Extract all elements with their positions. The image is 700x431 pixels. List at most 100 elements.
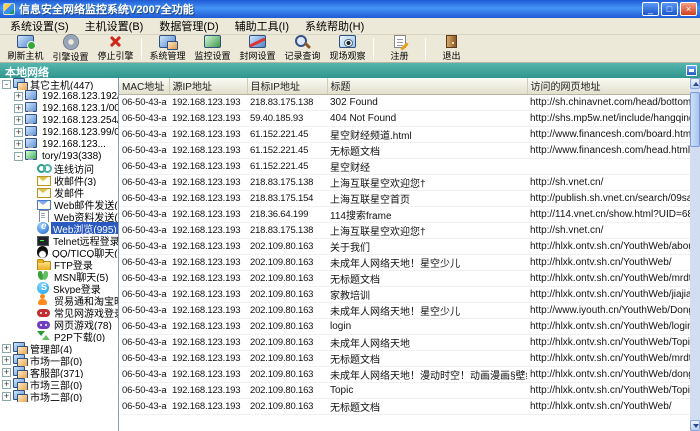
table-row[interactable]: 06-50-43-a192.168.123.193202.109.80.163无… bbox=[119, 270, 690, 286]
tree-item-1[interactable]: +192.168.123.192/00-6 bbox=[0, 90, 118, 102]
table-row[interactable]: 06-50-43-a192.168.123.193202.109.80.163无… bbox=[119, 398, 690, 414]
table-row[interactable]: 06-50-43-a192.168.123.193202.109.80.163关… bbox=[119, 238, 690, 254]
table-row[interactable]: 06-50-43-a192.168.123.193202.109.80.163未… bbox=[119, 366, 690, 382]
table-row[interactable]: 06-50-43-a192.168.123.193202.109.80.163未… bbox=[119, 302, 690, 318]
table-cell: http://hlxk.ontv.sh.cn/YouthWeb/ bbox=[527, 398, 690, 414]
table-row[interactable]: 06-50-43-a192.168.123.193202.109.80.163未… bbox=[119, 254, 690, 270]
table-row[interactable]: 06-50-43-a192.168.123.193218.83.175.154上… bbox=[119, 190, 690, 206]
tree-item-0[interactable]: -其它主机(447) bbox=[0, 78, 118, 90]
menu-item-4[interactable]: 系统帮助(H) bbox=[297, 17, 372, 35]
toolbar-button-engine-settings[interactable]: 引擎设置 bbox=[48, 35, 93, 62]
tree-item-6[interactable]: -tory/193(338) bbox=[0, 150, 118, 162]
expand-icon[interactable]: + bbox=[14, 104, 23, 113]
table-cell: 192.168.123.193 bbox=[169, 334, 247, 350]
tree-item-26[interactable]: +市场二部(0) bbox=[0, 390, 118, 402]
tree-item-21[interactable]: P2P下载(0) bbox=[0, 330, 118, 342]
table-row[interactable]: 06-50-43-a192.168.123.193202.109.80.163未… bbox=[119, 334, 690, 350]
tree-item-15[interactable]: FTP登录 bbox=[0, 258, 118, 270]
collapse-icon[interactable]: - bbox=[14, 152, 23, 161]
table-row[interactable]: 06-50-43-a192.168.123.193218.83.175.1383… bbox=[119, 94, 690, 110]
expand-icon[interactable]: + bbox=[2, 368, 11, 377]
tree-item-2[interactable]: +192.168.123.1/00-0E- bbox=[0, 102, 118, 114]
tree-item-13[interactable]: Telnet远程登录(0) bbox=[0, 234, 118, 246]
table-cell: 未成年人网络天地 bbox=[327, 334, 527, 350]
menu-item-3[interactable]: 辅助工具(I) bbox=[227, 17, 297, 35]
maximize-button[interactable]: □ bbox=[661, 2, 678, 16]
toolbar-button-record-query[interactable]: 记录查询 bbox=[280, 35, 325, 62]
table-row[interactable]: 06-50-43-a192.168.123.193202.109.80.163T… bbox=[119, 382, 690, 398]
scroll-up-arrow-icon[interactable] bbox=[690, 78, 700, 89]
tree-item-24[interactable]: +客服部(371) bbox=[0, 366, 118, 378]
expand-icon[interactable]: + bbox=[14, 92, 23, 101]
toolbar-button-monitor-settings[interactable]: 监控设置 bbox=[190, 35, 235, 62]
expand-icon[interactable]: + bbox=[2, 344, 11, 353]
tree-item-12[interactable]: Web浏览(995) bbox=[0, 222, 118, 234]
table-cell: http://hlxk.ontv.sh.cn/YouthWeb/ bbox=[527, 254, 690, 270]
tree-item-4[interactable]: +192.168.123.99/00-06 bbox=[0, 126, 118, 138]
menu-item-1[interactable]: 主机设置(B) bbox=[77, 17, 152, 35]
tree-item-22[interactable]: +管理部(4) bbox=[0, 342, 118, 354]
tree-item-11[interactable]: Web资料发送(24) bbox=[0, 210, 118, 222]
table-row[interactable]: 06-50-43-a192.168.123.193218.36.64.19911… bbox=[119, 206, 690, 222]
menu-item-2[interactable]: 数据管理(D) bbox=[151, 17, 226, 35]
tree-item-3[interactable]: +192.168.123.254/00-1 bbox=[0, 114, 118, 126]
tree-item-17[interactable]: Skype登录 bbox=[0, 282, 118, 294]
toolbar-button-register[interactable]: 注册 bbox=[377, 35, 422, 62]
tree-item-25[interactable]: +市场三部(0) bbox=[0, 378, 118, 390]
minimize-button[interactable]: _ bbox=[642, 2, 659, 16]
tree-item-14[interactable]: QQ/TICQ聊天(16) bbox=[0, 246, 118, 258]
table-row[interactable]: 06-50-43-a192.168.123.193218.83.175.138上… bbox=[119, 174, 690, 190]
expand-icon[interactable]: + bbox=[14, 140, 23, 149]
tree-item-5[interactable]: +192.168.123... bbox=[0, 138, 118, 150]
collapse-icon[interactable]: - bbox=[2, 80, 11, 89]
column-header-4[interactable]: 访问的网页地址 bbox=[527, 78, 690, 94]
toolbar-button-refresh-hosts[interactable]: 刷新主机 bbox=[3, 35, 48, 62]
tree-item-16[interactable]: MSN聊天(5) bbox=[0, 270, 118, 282]
tree-item-19[interactable]: 常见网游戏登录 bbox=[0, 306, 118, 318]
table-row[interactable]: 06-50-43-a192.168.123.19361.152.221.45星空… bbox=[119, 158, 690, 174]
panel-menu-button[interactable] bbox=[686, 65, 697, 76]
expand-icon[interactable]: + bbox=[2, 392, 11, 401]
table-row[interactable]: 06-50-43-a192.168.123.193218.83.175.138上… bbox=[119, 222, 690, 238]
web-upload-icon bbox=[37, 210, 50, 222]
table-row[interactable]: 06-50-43-a192.168.123.193202.109.80.163l… bbox=[119, 318, 690, 334]
computer-icon bbox=[25, 114, 38, 126]
table-row[interactable]: 06-50-43-a192.168.123.193202.109.80.163家… bbox=[119, 286, 690, 302]
toolbar-button-live-view[interactable]: 现场观察 bbox=[325, 35, 370, 62]
tree-item-18[interactable]: 贸易通和淘宝旺旺 bbox=[0, 294, 118, 306]
computer-icon bbox=[25, 138, 38, 150]
column-header-2[interactable]: 目标IP地址 bbox=[247, 78, 327, 94]
column-header-1[interactable]: 源IP地址 bbox=[169, 78, 247, 94]
expand-icon[interactable]: + bbox=[2, 356, 11, 365]
table-cell: 06-50-43-a bbox=[119, 254, 169, 270]
scrollbar-thumb[interactable] bbox=[690, 92, 700, 147]
table-row[interactable]: 06-50-43-a192.168.123.193202.109.80.163无… bbox=[119, 350, 690, 366]
toolbar-button-system-manage[interactable]: 系统管理 bbox=[145, 35, 190, 62]
expand-icon[interactable]: + bbox=[14, 116, 23, 125]
toolbar-button-block-settings[interactable]: 封网设置 bbox=[235, 35, 280, 62]
table-row[interactable]: 06-50-43-a192.168.123.19361.152.221.45无标… bbox=[119, 142, 690, 158]
table-cell: 06-50-43-a bbox=[119, 398, 169, 414]
tree-item-20[interactable]: 网页游戏(78) bbox=[0, 318, 118, 330]
menu-item-0[interactable]: 系统设置(S) bbox=[2, 17, 77, 35]
column-header-3[interactable]: 标题 bbox=[327, 78, 527, 94]
toolbar-button-stop-engine[interactable]: 停止引擎 bbox=[93, 35, 138, 62]
tree-item-10[interactable]: Web邮件发送(2) bbox=[0, 198, 118, 210]
tree-item-8[interactable]: 收邮件(3) bbox=[0, 174, 118, 186]
tree-item-7[interactable]: 连线访问 bbox=[0, 162, 118, 174]
table-row[interactable]: 06-50-43-a192.168.123.19359.40.185.93404… bbox=[119, 110, 690, 126]
expand-icon[interactable]: + bbox=[2, 380, 11, 389]
column-header-0[interactable]: MAC地址 bbox=[119, 78, 169, 94]
table-scrollbar[interactable] bbox=[690, 78, 700, 431]
table-row[interactable]: 06-50-43-a192.168.123.19361.152.221.45星空… bbox=[119, 126, 690, 142]
expand-icon[interactable]: + bbox=[14, 128, 23, 137]
table-cell: 61.152.221.45 bbox=[247, 158, 327, 174]
tree-item-9[interactable]: 发邮件 bbox=[0, 186, 118, 198]
toolbar-button-exit[interactable]: 退出 bbox=[429, 35, 474, 62]
tree-item-23[interactable]: +市场一部(0) bbox=[0, 354, 118, 366]
tree-item-label: Telnet远程登录(0) bbox=[51, 234, 118, 246]
table-cell: 未成年人网络天地！星空少儿 bbox=[327, 302, 527, 318]
scroll-down-arrow-icon[interactable] bbox=[690, 420, 700, 431]
close-button[interactable]: × bbox=[680, 2, 697, 16]
table-cell: http://hlxk.ontv.sh.cn/YouthWeb/dongm bbox=[527, 366, 690, 382]
